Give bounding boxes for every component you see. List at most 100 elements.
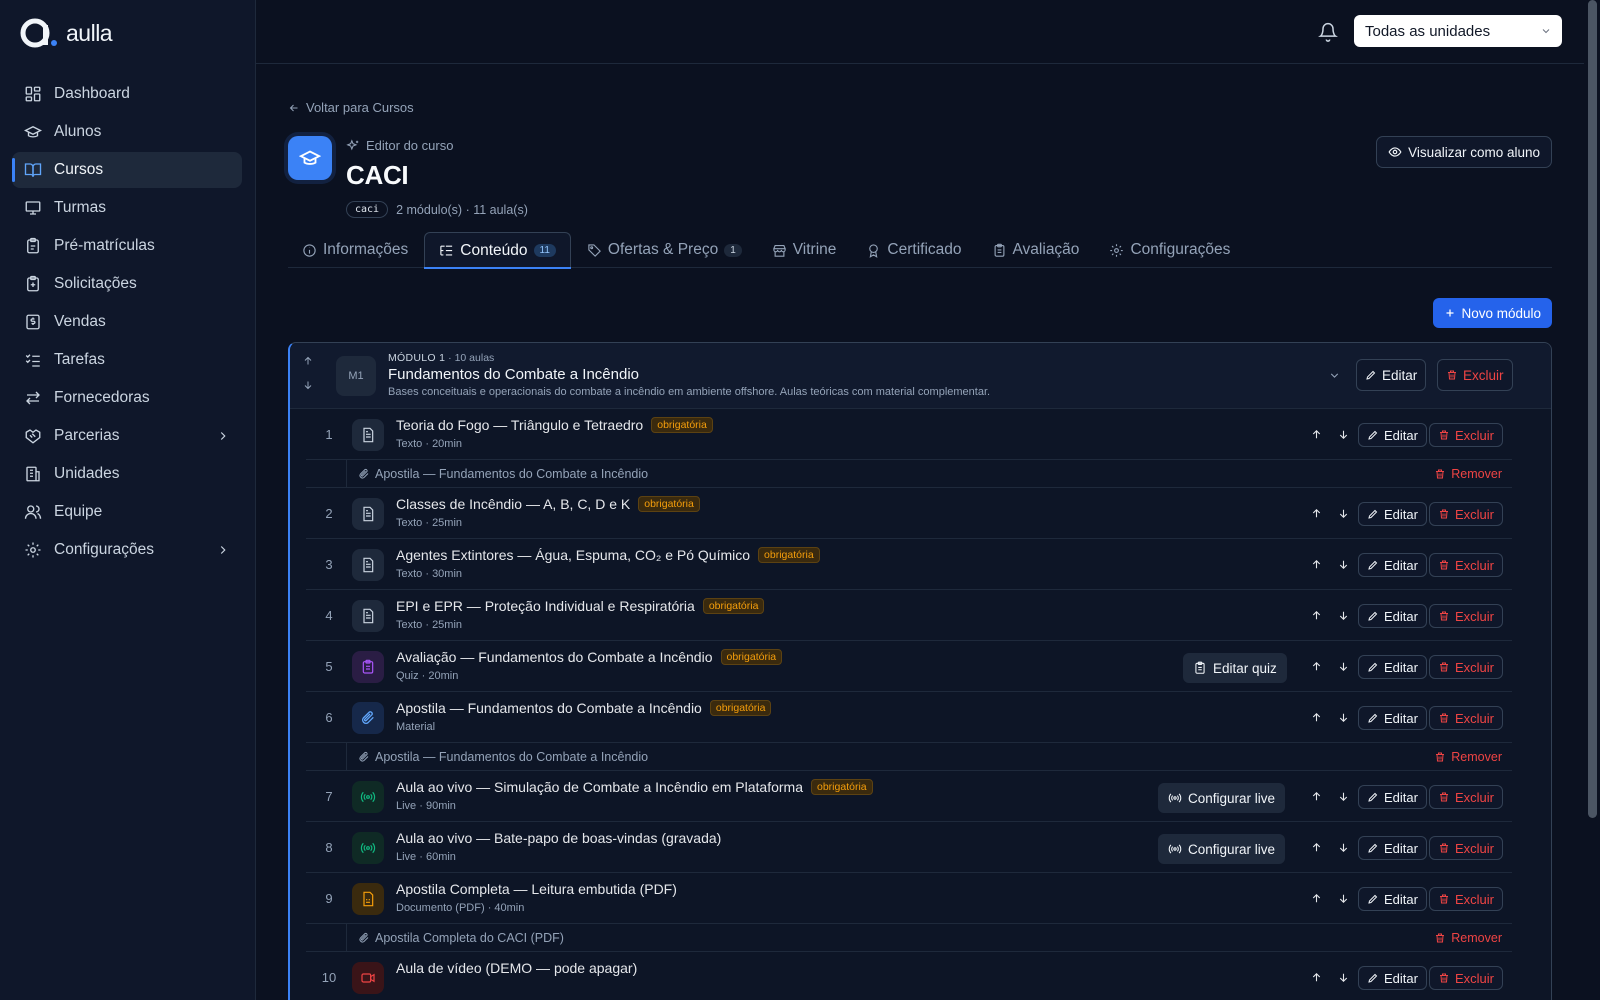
tab-certificado[interactable]: Certificado	[852, 232, 975, 268]
unit-select[interactable]: Todas as unidades	[1354, 15, 1562, 47]
lesson-edit-button[interactable]: Editar	[1358, 553, 1427, 577]
lesson-action-button[interactable]: Configurar live	[1158, 783, 1286, 813]
lesson-row[interactable]: 8 Aula ao vivo — Bate-papo de boas-vindas…	[306, 822, 1512, 873]
sidebar-item-cursos[interactable]: Cursos	[12, 152, 242, 188]
arrow-up-icon[interactable]	[1310, 558, 1323, 571]
lesson-delete-button[interactable]: Excluir	[1429, 785, 1504, 809]
lesson-number: 6	[325, 710, 333, 725]
aulla-logo[interactable]: aulla	[20, 16, 113, 50]
lesson-edit-button[interactable]: Editar	[1358, 655, 1427, 679]
lesson-action-button[interactable]: Editar quiz	[1183, 653, 1287, 683]
lesson-edit-button[interactable]: Editar	[1358, 502, 1427, 526]
arrow-up-icon[interactable]	[1310, 507, 1323, 520]
lesson-delete-button[interactable]: Excluir	[1429, 966, 1504, 990]
lesson-edit-button[interactable]: Editar	[1358, 785, 1427, 809]
page-scrollbar[interactable]	[1584, 0, 1600, 1000]
new-module-button[interactable]: Novo módulo	[1433, 298, 1552, 328]
lesson-type-icon	[352, 832, 384, 864]
lesson-action-button[interactable]: Configurar live	[1158, 834, 1286, 864]
edit-label: Editar	[1384, 557, 1418, 573]
sidebar-item-turmas[interactable]: Turmas	[12, 190, 242, 226]
arrow-up-icon[interactable]	[1310, 971, 1323, 984]
arrow-up-icon[interactable]	[1310, 841, 1323, 854]
lesson-delete-button[interactable]: Excluir	[1429, 836, 1504, 860]
lesson-row[interactable]: 6 Apostila — Fundamentos do Combate a Inc…	[306, 692, 1512, 743]
tab-informacoes[interactable]: Informações	[288, 232, 422, 268]
sidebar-item-pre-matriculas[interactable]: Pré-matrículas	[12, 228, 242, 264]
lesson-delete-button[interactable]: Excluir	[1429, 553, 1504, 577]
module-delete-button[interactable]: Excluir	[1437, 359, 1513, 391]
lesson-row[interactable]: 2 Classes de Incêndio — A, B, C, D e K obr…	[306, 488, 1512, 539]
tab-avaliacao[interactable]: Avaliação	[978, 232, 1094, 268]
lesson-edit-button[interactable]: Editar	[1358, 887, 1427, 911]
arrow-down-icon[interactable]	[1337, 841, 1350, 854]
lesson-delete-button[interactable]: Excluir	[1429, 887, 1504, 911]
file-text-icon	[360, 427, 376, 443]
view-as-student-button[interactable]: Visualizar como aluno	[1376, 136, 1552, 168]
lesson-edit-button[interactable]: Editar	[1358, 423, 1427, 447]
arrow-up-icon[interactable]	[1310, 660, 1323, 673]
arrow-down-icon[interactable]	[1337, 790, 1350, 803]
lesson-edit-button[interactable]: Editar	[1358, 836, 1427, 860]
lesson-type-icon	[352, 600, 384, 632]
scrollbar-thumb[interactable]	[1588, 0, 1597, 818]
lesson-row[interactable]: 7 Aula ao vivo — Simulação de Combate a I…	[306, 771, 1512, 822]
sidebar-item-unidades[interactable]: Unidades	[12, 456, 242, 492]
arrow-up-icon[interactable]	[1310, 790, 1323, 803]
tab-configuracoes[interactable]: Configurações	[1095, 232, 1244, 268]
arrow-down-icon[interactable]	[302, 379, 314, 391]
lesson-delete-button[interactable]: Excluir	[1429, 706, 1504, 730]
lesson-edit-button[interactable]: Editar	[1358, 966, 1427, 990]
arrow-up-icon[interactable]	[1310, 892, 1323, 905]
sidebar-item-vendas[interactable]: Vendas	[12, 304, 242, 340]
lesson-row[interactable]: 1 Teoria do Fogo — Triângulo e Tetraedro o…	[306, 409, 1512, 460]
arrow-down-icon[interactable]	[1337, 507, 1350, 520]
sidebar-item-alunos[interactable]: Alunos	[12, 114, 242, 150]
info-icon	[303, 243, 316, 257]
arrow-down-icon[interactable]	[1337, 660, 1350, 673]
sidebar-item-tarefas[interactable]: Tarefas	[12, 342, 242, 378]
lesson-row[interactable]: 9 Apostila Completa — Leitura embutida (P…	[306, 873, 1512, 924]
chevron-down-icon[interactable]	[1328, 369, 1341, 382]
lesson-edit-button[interactable]: Editar	[1358, 604, 1427, 628]
tab-conteudo[interactable]: Conteúdo 11	[424, 232, 571, 269]
arrow-down-icon[interactable]	[1337, 558, 1350, 571]
arrow-up-icon[interactable]	[302, 355, 314, 367]
lesson-edit-button[interactable]: Editar	[1358, 706, 1427, 730]
bell-icon[interactable]	[1318, 22, 1338, 42]
arrow-down-icon[interactable]	[1337, 711, 1350, 724]
paperclip-icon	[358, 751, 370, 763]
sidebar-item-configuracoes[interactable]: Configurações	[12, 532, 242, 568]
back-to-courses-link[interactable]: Voltar para Cursos	[288, 100, 414, 115]
sidebar-item-solicitacoes[interactable]: Solicitações	[12, 266, 242, 302]
attachment-remove-button[interactable]: Remover	[1434, 467, 1502, 481]
lesson-row[interactable]: 4 EPI e EPR — Proteção Individual e Respi…	[306, 590, 1512, 641]
lesson-delete-button[interactable]: Excluir	[1429, 604, 1504, 628]
sidebar-item-equipe[interactable]: Equipe	[12, 494, 242, 530]
arrow-up-icon[interactable]	[1310, 609, 1323, 622]
required-badge: obrigatória	[702, 598, 765, 614]
lesson-delete-button[interactable]: Excluir	[1429, 423, 1504, 447]
lesson-row[interactable]: 5 Avaliação — Fundamentos do Combate a In…	[306, 641, 1512, 692]
sidebar-item-fornecedoras[interactable]: Fornecedoras	[12, 380, 242, 416]
arrow-up-icon[interactable]	[1310, 711, 1323, 724]
tab-ofertas-preco[interactable]: Ofertas & Preço 1	[573, 232, 756, 268]
attachment-remove-button[interactable]: Remover	[1434, 931, 1502, 945]
arrow-down-icon[interactable]	[1337, 892, 1350, 905]
lesson-delete-button[interactable]: Excluir	[1429, 502, 1504, 526]
module-edit-button[interactable]: Editar	[1356, 359, 1427, 391]
new-module-label: Novo módulo	[1461, 305, 1541, 321]
lesson-row[interactable]: 10 Aula de vídeo (DEMO — pode apagar) Edit…	[306, 952, 1512, 1000]
sidebar-item-parcerias[interactable]: Parcerias	[12, 418, 242, 454]
arrow-down-icon[interactable]	[1337, 609, 1350, 622]
sidebar-item-dashboard[interactable]: Dashboard	[12, 76, 242, 112]
arrow-down-icon[interactable]	[1337, 971, 1350, 984]
arrow-up-icon[interactable]	[1310, 428, 1323, 441]
trash-icon	[1438, 661, 1450, 673]
lesson-row[interactable]: 3 Agentes Extintores — Água, Espuma, CO₂ …	[306, 539, 1512, 590]
lesson-delete-button[interactable]: Excluir	[1429, 655, 1504, 679]
arrow-down-icon[interactable]	[1337, 428, 1350, 441]
pencil-icon	[1367, 712, 1379, 724]
attachment-remove-button[interactable]: Remover	[1434, 750, 1502, 764]
tab-vitrine[interactable]: Vitrine	[758, 232, 851, 268]
